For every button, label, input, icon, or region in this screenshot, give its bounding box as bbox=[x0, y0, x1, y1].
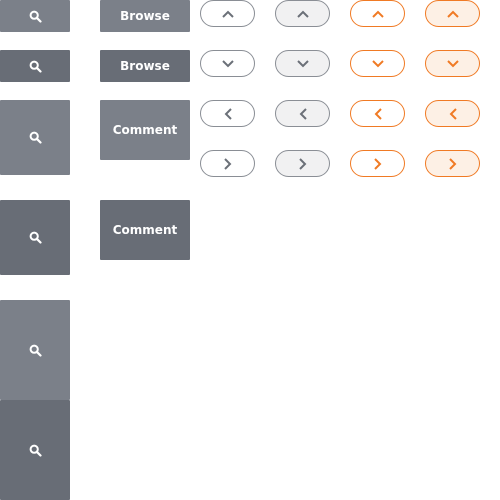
up-arrow-button[interactable] bbox=[200, 0, 255, 27]
browse-button-label: Browse bbox=[120, 9, 170, 23]
chevron-up-icon bbox=[296, 9, 310, 19]
chevron-down-icon bbox=[296, 59, 310, 69]
comment-button[interactable]: Comment bbox=[100, 100, 190, 160]
right-arrow-button-accent-hover[interactable] bbox=[425, 150, 480, 177]
chevron-up-icon bbox=[221, 9, 235, 19]
chevron-right-icon bbox=[373, 157, 383, 171]
chevron-down-icon bbox=[446, 59, 460, 69]
chevron-up-icon bbox=[446, 9, 460, 19]
left-arrow-button-accent[interactable] bbox=[350, 100, 405, 127]
chevron-right-icon bbox=[223, 157, 233, 171]
chevron-down-icon bbox=[221, 59, 235, 69]
chevron-left-icon bbox=[373, 107, 383, 121]
search-button-medium-hover[interactable] bbox=[0, 200, 70, 275]
comment-button-hover[interactable]: Comment bbox=[100, 200, 190, 260]
search-button-small[interactable] bbox=[0, 0, 70, 32]
chevron-left-icon bbox=[223, 107, 233, 121]
chevron-down-icon bbox=[371, 59, 385, 69]
up-arrow-button-accent-hover[interactable] bbox=[425, 0, 480, 27]
search-icon bbox=[29, 10, 42, 23]
search-icon bbox=[29, 60, 42, 73]
down-arrow-button-accent[interactable] bbox=[350, 50, 405, 77]
search-button-medium[interactable] bbox=[0, 100, 70, 175]
down-arrow-button-accent-hover[interactable] bbox=[425, 50, 480, 77]
search-button-large[interactable] bbox=[0, 300, 70, 400]
down-arrow-button[interactable] bbox=[200, 50, 255, 77]
chevron-up-icon bbox=[371, 9, 385, 19]
left-arrow-button-accent-hover[interactable] bbox=[425, 100, 480, 127]
right-arrow-button-hover[interactable] bbox=[275, 150, 330, 177]
left-arrow-button[interactable] bbox=[200, 100, 255, 127]
browse-button-hover[interactable]: Browse bbox=[100, 50, 190, 82]
right-arrow-button[interactable] bbox=[200, 150, 255, 177]
chevron-right-icon bbox=[298, 157, 308, 171]
right-arrow-button-accent[interactable] bbox=[350, 150, 405, 177]
search-button-large-hover[interactable] bbox=[0, 400, 70, 500]
search-icon bbox=[29, 131, 42, 144]
left-arrow-button-hover[interactable] bbox=[275, 100, 330, 127]
comment-button-label: Comment bbox=[112, 223, 178, 237]
down-arrow-button-hover[interactable] bbox=[275, 50, 330, 77]
chevron-left-icon bbox=[298, 107, 308, 121]
search-icon bbox=[29, 444, 42, 457]
chevron-left-icon bbox=[448, 107, 458, 121]
browse-button-label: Browse bbox=[120, 59, 170, 73]
browse-button[interactable]: Browse bbox=[100, 0, 190, 32]
chevron-right-icon bbox=[448, 157, 458, 171]
up-arrow-button-hover[interactable] bbox=[275, 0, 330, 27]
search-button-small-hover[interactable] bbox=[0, 50, 70, 82]
comment-button-label: Comment bbox=[112, 123, 178, 137]
search-icon bbox=[29, 344, 42, 357]
up-arrow-button-accent[interactable] bbox=[350, 0, 405, 27]
button-style-sheet: Browse Browse Comment Comment bbox=[0, 0, 500, 500]
search-icon bbox=[29, 231, 42, 244]
